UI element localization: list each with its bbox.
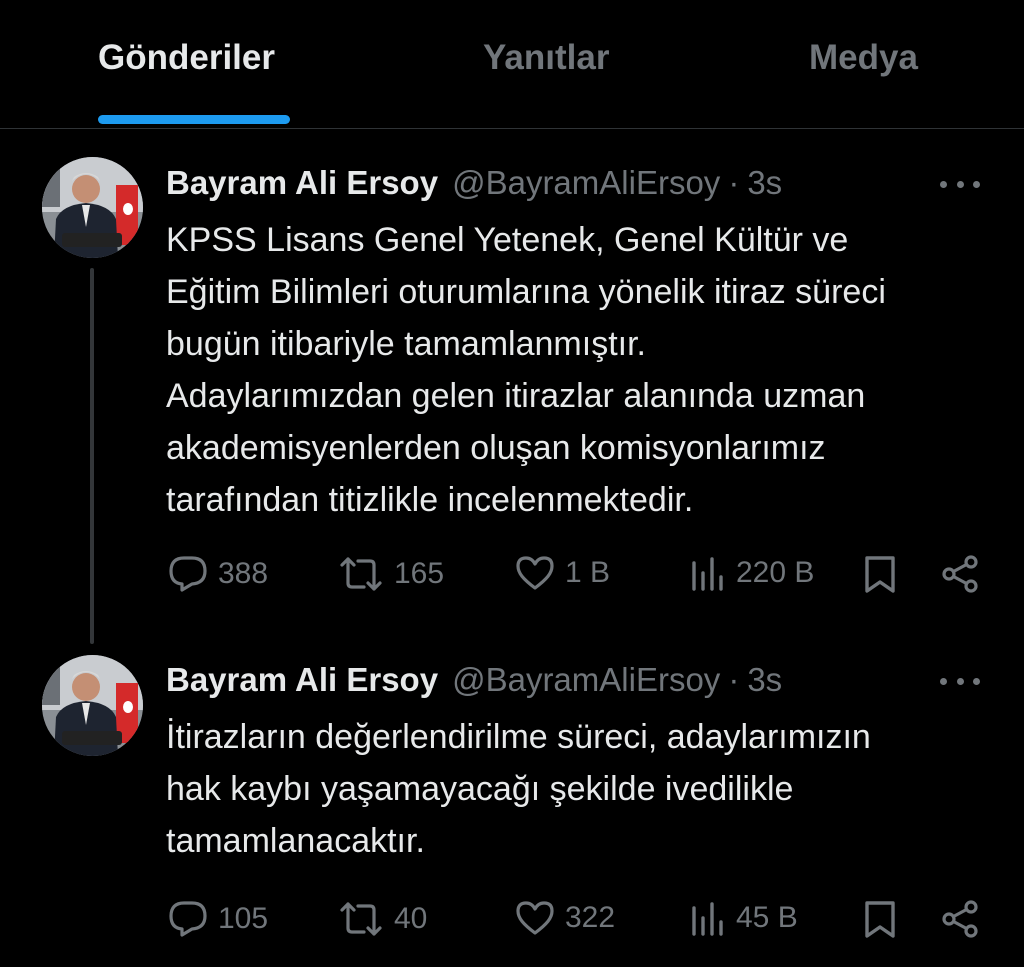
avatar[interactable] xyxy=(42,157,143,258)
reply-button[interactable]: 388 xyxy=(168,555,268,593)
tweet-text-line: tarafından titizlikle incelenmektedir. xyxy=(166,481,694,519)
like-button[interactable]: 1 B xyxy=(515,555,610,591)
repost-count: 40 xyxy=(394,902,428,935)
author-name[interactable]: Bayram Ali Ersoy xyxy=(166,164,438,202)
bookmark-icon xyxy=(865,901,895,938)
views-count: 220 B xyxy=(736,556,815,589)
reply-count: 388 xyxy=(218,557,269,590)
reply-button[interactable]: 105 xyxy=(168,900,268,938)
more-icon[interactable] xyxy=(940,671,980,691)
author-handle[interactable]: @BayramAliErsoy xyxy=(452,164,720,202)
share-icon xyxy=(942,555,978,593)
views-count: 45 B xyxy=(736,901,798,934)
timestamp[interactable]: 3s xyxy=(747,164,782,202)
like-button[interactable]: 322 xyxy=(515,900,615,936)
tab-replies[interactable]: Yanıtlar xyxy=(483,38,609,78)
tab-posts[interactable]: Gönderiler xyxy=(98,38,275,78)
separator-dot: · xyxy=(728,661,740,698)
like-count: 1 B xyxy=(565,556,611,589)
reply-count: 105 xyxy=(218,902,269,935)
heart-icon xyxy=(516,556,554,590)
views-icon xyxy=(692,557,723,591)
author-handle[interactable]: @BayramAliErsoy xyxy=(452,661,720,699)
more-icon[interactable] xyxy=(940,174,980,194)
views-button[interactable]: 45 B xyxy=(690,900,798,936)
heart-icon xyxy=(516,901,554,935)
reply-icon xyxy=(169,556,207,592)
tweet-text-line: Eğitim Bilimleri oturumlarına yönelik it… xyxy=(166,273,886,311)
reply-icon xyxy=(169,901,207,937)
bookmark-button[interactable] xyxy=(863,554,897,594)
tweet-text-line: İtirazların değerlendirilme süreci, aday… xyxy=(166,718,871,756)
tweet-text-line: bugün itibariyle tamamlanmıştır. xyxy=(166,325,646,363)
views-button[interactable]: 220 B xyxy=(690,555,814,591)
tweet-header: Bayram Ali Ersoy @BayramAliErsoy · 3s xyxy=(166,661,782,699)
avatar[interactable] xyxy=(42,655,143,756)
tweet-text: İtirazların değerlendirilme süreci, aday… xyxy=(166,711,996,867)
views-icon xyxy=(692,902,723,936)
share-button[interactable] xyxy=(940,899,980,939)
like-count: 322 xyxy=(565,901,616,934)
active-tab-indicator xyxy=(98,115,290,124)
tweet-text-line: akademisyenlerden oluşan komisyonlarımız xyxy=(166,429,826,467)
tweet-text-line: Adaylarımızdan gelen itirazlar alanında … xyxy=(166,377,866,415)
tweet-text-line: KPSS Lisans Genel Yetenek, Genel Kültür … xyxy=(166,221,849,259)
repost-icon xyxy=(340,557,382,591)
tweet-text-line: tamamlanacaktır. xyxy=(166,822,425,860)
profile-tabs: Gönderiler Yanıtlar Medya xyxy=(0,0,1024,129)
share-button[interactable] xyxy=(940,554,980,594)
repost-button[interactable]: 165 xyxy=(338,555,444,593)
author-name[interactable]: Bayram Ali Ersoy xyxy=(166,661,438,699)
repost-count: 165 xyxy=(394,557,445,590)
repost-icon xyxy=(340,902,382,936)
repost-button[interactable]: 40 xyxy=(338,900,427,938)
tweet-header: Bayram Ali Ersoy @BayramAliErsoy · 3s xyxy=(166,164,782,202)
tweet-text: KPSS Lisans Genel Yetenek, Genel Kültür … xyxy=(166,214,996,526)
thread-line xyxy=(90,268,94,644)
tab-media[interactable]: Medya xyxy=(809,38,918,78)
bookmark-icon xyxy=(865,556,895,593)
separator-dot: · xyxy=(728,164,740,201)
timestamp[interactable]: 3s xyxy=(747,661,782,699)
tweet-text-line: hak kaybı yaşamayacağı şekilde ivedilikl… xyxy=(166,770,794,808)
bookmark-button[interactable] xyxy=(863,899,897,939)
share-icon xyxy=(942,900,978,938)
